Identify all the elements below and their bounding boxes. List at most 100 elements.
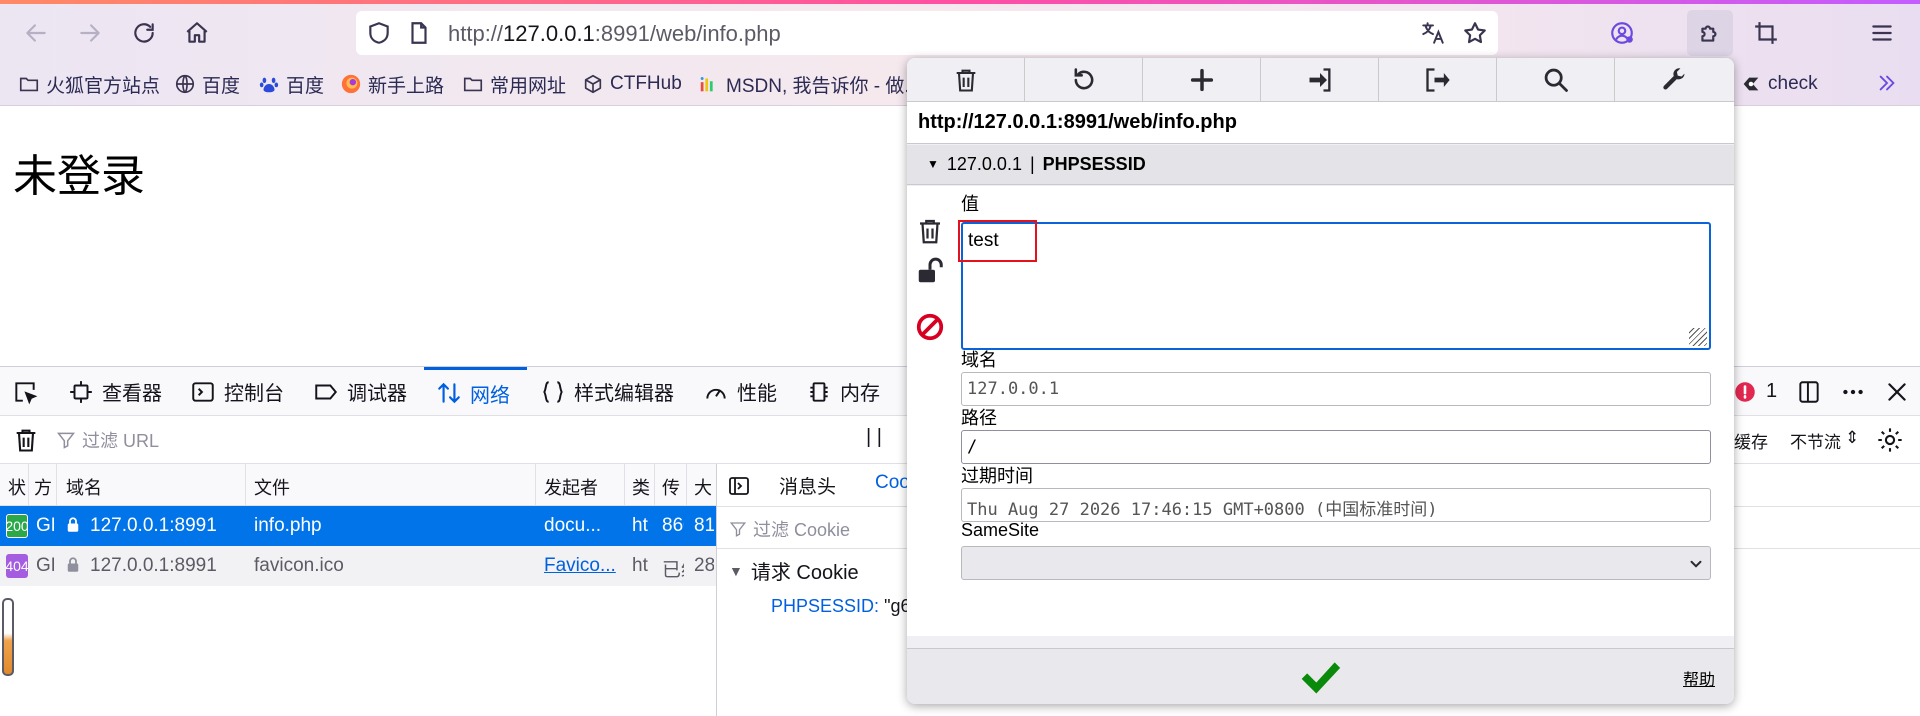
tab-label: 网络 bbox=[470, 384, 510, 407]
account-icon bbox=[1611, 22, 1633, 44]
menu-button[interactable] bbox=[1862, 13, 1902, 53]
bookmarks-overflow-button[interactable] bbox=[1876, 71, 1898, 95]
value-textarea[interactable]: test bbox=[961, 222, 1711, 350]
unlock-icon[interactable] bbox=[915, 256, 945, 286]
url-text[interactable]: http://127.0.0.1:8991/web/info.php bbox=[448, 21, 781, 47]
bookmark-item[interactable]: 火狐官方站点 bbox=[18, 72, 160, 97]
block-icon[interactable] bbox=[915, 312, 945, 342]
devtools-close-button[interactable] bbox=[1884, 367, 1910, 416]
request-scroll-thumb[interactable] bbox=[2, 598, 14, 676]
dock-toggle-button[interactable] bbox=[1796, 367, 1822, 416]
request-method: GET bbox=[36, 515, 54, 536]
navigation-toolbar: http://127.0.0.1:8991/web/info.php bbox=[0, 4, 1920, 62]
bookmark-item[interactable]: 百度 bbox=[258, 72, 324, 97]
tab-inspector[interactable]: 查看器 bbox=[68, 367, 162, 416]
table-row[interactable]: 404 GET 127.0.0.1:8991 favicon.ico Favic… bbox=[0, 546, 716, 586]
bookmark-item[interactable]: CTFHub bbox=[582, 72, 682, 96]
bookmark-label: 新手上路 bbox=[368, 75, 445, 97]
request-initiator-link[interactable]: Favico... bbox=[544, 555, 620, 577]
samesite-label: SameSite bbox=[961, 520, 1040, 540]
pause-recording-button[interactable]: | | bbox=[866, 426, 882, 449]
column-status[interactable]: 状 bbox=[8, 474, 26, 500]
tab-performance[interactable]: 性能 bbox=[703, 367, 777, 416]
bookmark-item[interactable]: MSDN, 我告诉你 - 做... bbox=[698, 72, 920, 97]
pick-element-icon bbox=[15, 381, 38, 404]
bookmark-item[interactable]: 百度 bbox=[174, 72, 240, 97]
expires-field[interactable]: Thu Aug 27 2026 17:46:15 GMT+0800 (中国标准时… bbox=[961, 488, 1711, 522]
msdn-icon bbox=[700, 77, 713, 92]
paw-icon bbox=[259, 77, 279, 93]
forward-button[interactable] bbox=[70, 13, 110, 53]
account-button[interactable] bbox=[1602, 13, 1642, 53]
devtools-more-button[interactable] bbox=[1840, 367, 1866, 416]
column-type[interactable]: 类 bbox=[632, 474, 650, 500]
tab-headers[interactable]: 消息头 bbox=[779, 472, 836, 499]
tab-label: 内存 bbox=[840, 383, 880, 405]
resize-grip-icon[interactable] bbox=[1689, 328, 1707, 346]
search-button[interactable] bbox=[1497, 58, 1615, 102]
column-method[interactable]: 方 bbox=[34, 474, 52, 500]
tab-debugger[interactable]: 调试器 bbox=[313, 367, 407, 416]
tab-console[interactable]: 控制台 bbox=[190, 367, 284, 416]
column-initiator[interactable]: 发起者 bbox=[544, 474, 614, 500]
folder-icon bbox=[19, 77, 39, 92]
request-transferred: 860 bbox=[662, 515, 684, 536]
reload-button[interactable] bbox=[124, 13, 164, 53]
tab-memory[interactable]: 内存 bbox=[806, 367, 880, 416]
samesite-select[interactable] bbox=[961, 546, 1711, 580]
page-info-icon[interactable] bbox=[406, 20, 432, 46]
inspector-icon bbox=[70, 380, 92, 403]
element-picker-button[interactable] bbox=[12, 367, 38, 416]
save-cookie-button[interactable] bbox=[1295, 655, 1345, 699]
puzzle-piece-icon bbox=[1701, 25, 1717, 42]
request-cookie-section[interactable]: ▼ 请求 Cookie bbox=[729, 556, 859, 585]
filter-url-input[interactable]: 过滤 URL bbox=[56, 424, 846, 456]
domain-field[interactable]: 127.0.0.1 bbox=[961, 372, 1711, 406]
clear-requests-button[interactable] bbox=[12, 426, 40, 454]
network-settings-button[interactable] bbox=[1876, 426, 1904, 454]
column-transferred[interactable]: 传 bbox=[662, 474, 680, 500]
toggle-sidebar-button[interactable] bbox=[727, 474, 751, 498]
status-badge: 404 bbox=[6, 554, 28, 578]
filter-cookie-input[interactable]: 过滤 Cookie bbox=[729, 516, 850, 542]
import-button[interactable] bbox=[1261, 58, 1379, 102]
url-bar[interactable]: http://127.0.0.1:8991/web/info.php bbox=[356, 11, 1498, 55]
tab-label: 样式编辑器 bbox=[574, 383, 674, 405]
delete-cookie-icon[interactable] bbox=[915, 216, 945, 246]
column-domain[interactable]: 域名 bbox=[66, 474, 186, 500]
column-size[interactable]: 大 bbox=[694, 474, 712, 500]
options-button[interactable] bbox=[1615, 58, 1733, 102]
bookmark-item[interactable]: check bbox=[1740, 72, 1818, 96]
path-field[interactable]: / bbox=[961, 430, 1711, 464]
filter-placeholder: 过滤 URL bbox=[82, 431, 160, 451]
screenshot-button[interactable] bbox=[1746, 13, 1786, 53]
braces-icon bbox=[543, 380, 563, 403]
bookmark-item[interactable]: 新手上路 bbox=[340, 72, 445, 97]
tab-network[interactable]: 网络 bbox=[424, 367, 527, 416]
help-link[interactable]: 帮助 bbox=[1683, 666, 1715, 690]
crop-icon bbox=[1755, 22, 1777, 44]
error-count-badge[interactable]: 1 bbox=[1732, 367, 1777, 416]
reset-button[interactable] bbox=[1025, 58, 1143, 102]
throttle-select[interactable]: 不节流 ⇕ bbox=[1790, 428, 1859, 453]
home-button[interactable] bbox=[177, 13, 217, 53]
export-button[interactable] bbox=[1379, 58, 1497, 102]
translate-icon[interactable] bbox=[1420, 20, 1446, 46]
shield-icon[interactable] bbox=[366, 20, 392, 46]
path-label: 路径 bbox=[961, 408, 997, 428]
bookmark-item[interactable]: 常用网址 bbox=[462, 72, 566, 97]
cookie-header-row[interactable]: ▼ 127.0.0.1 | PHPSESSID bbox=[907, 145, 1734, 185]
bookmark-star-icon[interactable] bbox=[1462, 20, 1488, 46]
table-row[interactable]: 200 GET 127.0.0.1:8991 info.php docu... … bbox=[0, 506, 716, 546]
delete-all-button[interactable] bbox=[907, 58, 1025, 102]
sign-in-icon bbox=[1309, 68, 1330, 92]
back-button[interactable] bbox=[16, 13, 56, 53]
request-file: favicon.ico bbox=[254, 555, 344, 576]
add-cookie-button[interactable] bbox=[1143, 58, 1261, 102]
extensions-button[interactable] bbox=[1687, 10, 1733, 56]
disable-cache-label[interactable]: 缓存 bbox=[1734, 428, 1768, 453]
tab-style-editor[interactable]: 样式编辑器 bbox=[540, 367, 674, 416]
column-file[interactable]: 文件 bbox=[254, 474, 374, 500]
cookie-entry[interactable]: PHPSESSID: "g6 bbox=[771, 596, 910, 617]
url-host: 127.0.0.1 bbox=[503, 21, 595, 46]
